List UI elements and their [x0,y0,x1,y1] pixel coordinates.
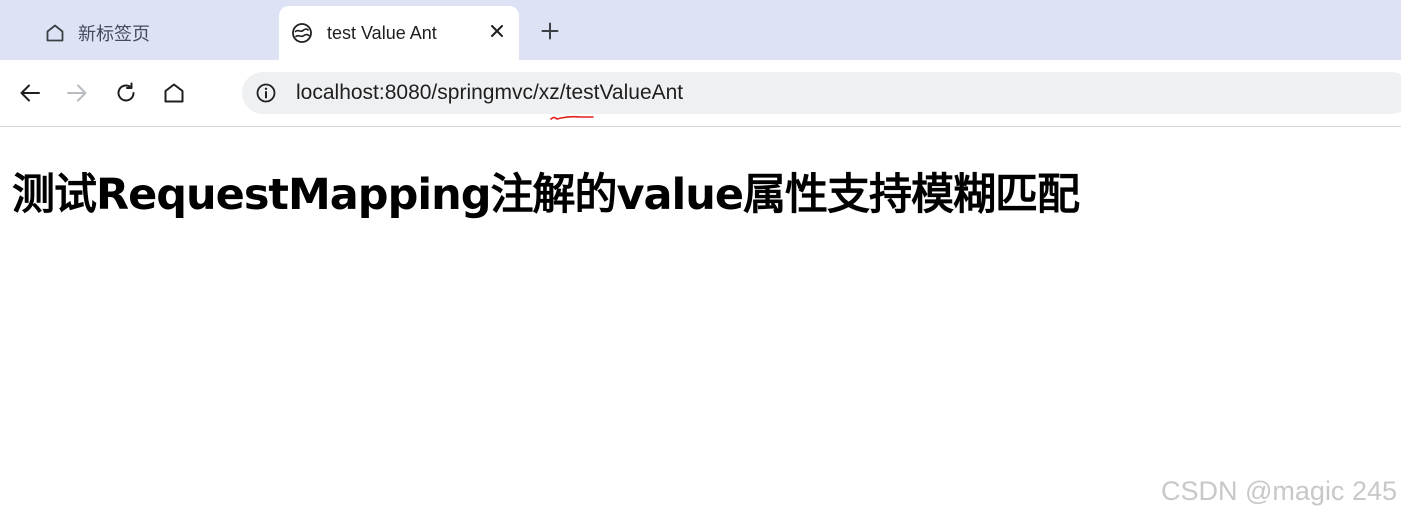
spellcheck-squiggle [550,108,594,126]
back-button[interactable] [14,77,46,109]
tab-strip: 新标签页 test Value Ant [0,0,1401,60]
page-heading: 测试RequestMapping注解的value属性支持模糊匹配 [12,170,1080,220]
tab-title: 新标签页 [78,24,150,44]
arrow-right-icon [65,81,89,105]
arrow-left-icon [18,81,42,105]
home-button[interactable] [158,77,190,109]
forward-button[interactable] [61,77,93,109]
favicon-globe-icon [291,22,313,44]
reload-icon [114,81,138,105]
watermark: CSDN @magic 245 [1161,476,1397,506]
plus-icon [540,21,560,41]
info-icon[interactable] [254,81,278,105]
tab-title: test Value Ant [327,22,437,43]
tab-new-tab[interactable]: 新标签页 [0,6,276,60]
url-text[interactable]: localhost:8080/springmvc/xz/testValueAnt [296,81,683,105]
address-bar[interactable]: localhost:8080/springmvc/xz/testValueAnt [242,72,1401,120]
reload-button[interactable] [110,77,142,109]
close-icon[interactable] [485,19,509,43]
home-icon [44,22,66,44]
new-tab-button[interactable] [536,17,564,45]
tab-test-value-ant[interactable]: test Value Ant [279,6,519,60]
browser-toolbar: localhost:8080/springmvc/xz/testValueAnt [0,60,1401,127]
home-icon [162,81,186,105]
